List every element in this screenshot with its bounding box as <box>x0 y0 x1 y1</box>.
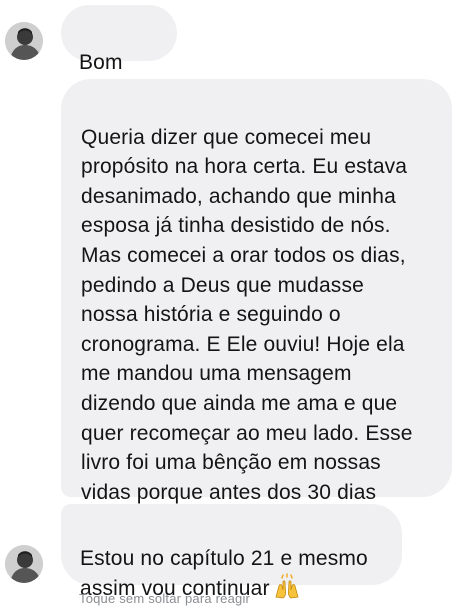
raising-hands-emoji <box>274 573 300 608</box>
sender-avatar[interactable] <box>5 22 43 60</box>
message-bubble[interactable]: Bom dia <box>61 5 177 103</box>
sender-avatar[interactable] <box>5 545 43 583</box>
message-text: Queria dizer que comecei meu propósito n… <box>81 125 413 534</box>
message-bubble[interactable]: Estou no capítulo 21 e mesmo assim vou c… <box>61 504 402 600</box>
reaction-hint: Toque sem soltar para reagir <box>79 591 251 606</box>
message-bubble[interactable]: Queria dizer que comecei meu propósito n… <box>61 79 452 533</box>
